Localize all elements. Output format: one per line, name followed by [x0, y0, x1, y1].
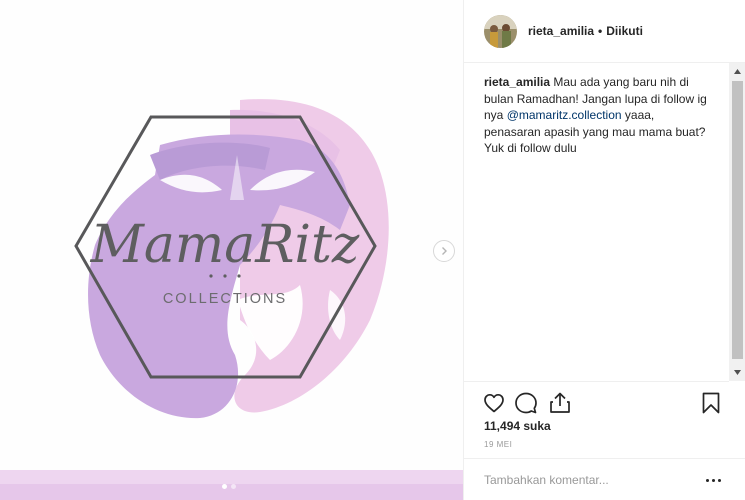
header-username[interactable]: rieta_amilia — [528, 24, 594, 38]
post-media[interactable]: MamaRitz COLLECTIONS — [0, 0, 463, 500]
header-text: rieta_amilia • Diikuti — [528, 24, 643, 38]
comment-icon[interactable] — [514, 391, 538, 415]
post-side-panel: rieta_amilia • Diikuti rieta_amilia Mau … — [463, 0, 745, 500]
logo-script-text: MamaRitz — [90, 215, 360, 275]
share-icon[interactable] — [548, 391, 572, 415]
chevron-right-icon — [442, 247, 447, 255]
avatar[interactable] — [484, 14, 517, 48]
follow-status-button[interactable]: Diikuti — [606, 24, 643, 38]
caption: rieta_amilia Mau ada yang baru nih di bu… — [484, 74, 714, 157]
dot-icon — [711, 478, 715, 482]
carousel-next-button[interactable] — [433, 240, 455, 262]
carousel-dot — [231, 484, 236, 489]
caption-mention-link[interactable]: @mamaritz.collection — [507, 108, 622, 122]
bookmark-icon[interactable] — [699, 391, 723, 415]
carousel-dots — [222, 484, 236, 489]
dot-icon — [705, 478, 709, 482]
comments-scrollbar[interactable] — [729, 63, 745, 381]
dot-icon — [717, 478, 721, 482]
scroll-down-arrow-icon[interactable] — [729, 364, 745, 381]
post-date[interactable]: 19 MEI — [484, 440, 512, 449]
header-separator: • — [598, 24, 603, 38]
scroll-up-arrow-icon[interactable] — [729, 63, 745, 80]
heart-icon[interactable] — [482, 391, 506, 415]
carousel-dot — [222, 484, 227, 489]
mamaritz-logo-image: MamaRitz COLLECTIONS — [74, 99, 389, 419]
instagram-post-modal: MamaRitz COLLECTIONS rieta_amilia • Diik… — [0, 0, 745, 500]
post-header: rieta_amilia • Diikuti — [464, 0, 745, 63]
caption-username[interactable]: rieta_amilia — [484, 75, 550, 89]
add-comment-section — [464, 458, 745, 500]
scrollbar-thumb[interactable] — [732, 81, 743, 359]
media-bottom-band-light — [0, 470, 463, 484]
logo-sub-text: COLLECTIONS — [163, 291, 287, 307]
post-actions — [464, 381, 729, 421]
likes-count[interactable]: 11,494 suka — [484, 419, 551, 433]
comment-input[interactable] — [484, 471, 694, 489]
more-options-button[interactable] — [702, 475, 724, 485]
